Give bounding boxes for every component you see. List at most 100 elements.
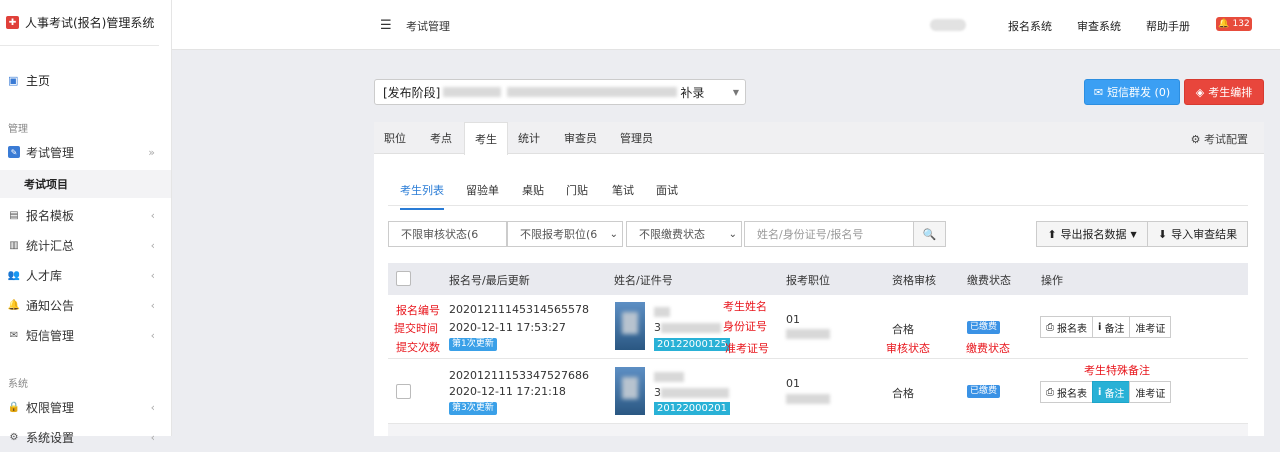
- bar-chart-icon: ▥: [9, 239, 19, 251]
- photo-redacted: [622, 312, 638, 334]
- sms-send-button[interactable]: ✉ 短信群发 (0): [1084, 79, 1180, 105]
- note-button[interactable]: i 备注: [1092, 381, 1131, 403]
- bell-icon: 🔔: [7, 299, 21, 311]
- annotation-special-note: 考生特殊备注: [1084, 364, 1150, 377]
- tab-desk-label[interactable]: 桌贴: [522, 182, 544, 198]
- review-status-select[interactable]: 不限审核状态(6: [388, 221, 507, 247]
- tab-door-label[interactable]: 门贴: [566, 182, 588, 198]
- users-icon: 👥: [7, 269, 21, 281]
- reg-form-button[interactable]: ⎙ 报名表: [1040, 381, 1093, 403]
- sidebar-item-permission[interactable]: 🔒 权限管理 ‹: [0, 392, 171, 422]
- admit-card-button[interactable]: 准考证: [1129, 381, 1172, 403]
- sidebar-item-exam-manage[interactable]: ✎ 考试管理 »: [0, 137, 171, 167]
- position-select[interactable]: 不限报考职位(6 ⌄: [507, 221, 623, 247]
- table-row[interactable]: 20201211145314565578 2020-12-11 17:53:27…: [388, 295, 1248, 359]
- reg-form-button[interactable]: ⎙ 报名表: [1040, 316, 1093, 338]
- tab-reviewers[interactable]: 审查员: [564, 122, 597, 154]
- admit-card-button[interactable]: 准考证: [1129, 316, 1172, 338]
- tab-written[interactable]: 笔试: [612, 182, 634, 198]
- payment-value: 不限缴费状态: [639, 228, 705, 241]
- cube-icon: ◈: [1195, 85, 1205, 99]
- tab-position[interactable]: 职位: [384, 122, 406, 154]
- name-redacted: [654, 307, 670, 317]
- home-icon: ▣: [8, 74, 19, 87]
- sidebar-item-label: 权限管理: [26, 400, 75, 415]
- notification-count: 132: [1232, 19, 1250, 29]
- upload-icon: ⬆: [1047, 227, 1057, 241]
- sidebar-item-label: 系统设置: [26, 430, 75, 445]
- exam-config-link[interactable]: ⚙ 考试配置: [1191, 131, 1248, 147]
- menu-toggle-icon[interactable]: ☰: [380, 18, 392, 33]
- chevron-left-icon: ‹: [150, 430, 155, 444]
- name-redacted: [654, 372, 684, 382]
- sidebar-item-template[interactable]: ▤ 报名模板 ‹: [0, 200, 171, 230]
- payment-select[interactable]: 不限缴费状态 ⌄: [626, 221, 742, 247]
- tab-candidate-list[interactable]: 考生列表: [400, 182, 444, 210]
- note-label: 备注: [1104, 388, 1125, 400]
- position-value: 不限报考职位(6: [520, 228, 598, 241]
- top-link-review[interactable]: 审查系统: [1077, 18, 1121, 34]
- ticket-number: 20122000125: [654, 338, 730, 351]
- sidebar-item-stats[interactable]: ▥ 统计汇总 ‹: [0, 230, 171, 260]
- import-button[interactable]: ⬇ 导入审查结果: [1147, 221, 1248, 247]
- chevron-left-icon: ‹: [150, 268, 155, 282]
- top-link-help[interactable]: 帮助手册: [1146, 18, 1190, 34]
- export-button[interactable]: ⬆ 导出报名数据 ▼: [1036, 221, 1148, 247]
- chevron-left-icon: ‹: [150, 238, 155, 252]
- tab-candidates[interactable]: 考生: [464, 122, 508, 155]
- position-code: 01: [786, 377, 800, 390]
- row-actions: ⎙ 报名表 i 备注 准考证: [1040, 381, 1172, 403]
- annotation-reg-no: 报名编号: [396, 304, 440, 317]
- tab-checklist[interactable]: 留验单: [466, 182, 499, 198]
- sidebar-item-settings[interactable]: ⚙ 系统设置 ‹: [0, 422, 171, 452]
- reg-form-label: 报名表: [1057, 388, 1087, 400]
- header-review: 资格审核: [892, 274, 936, 287]
- reg-form-label: 报名表: [1057, 323, 1087, 335]
- logo-icon: ✚: [6, 16, 19, 29]
- candidate-photo: [615, 302, 645, 350]
- update-count-tag: 第3次更新: [449, 402, 497, 415]
- search-button[interactable]: 🔍: [913, 221, 946, 247]
- note-label: 备注: [1104, 323, 1125, 335]
- tab-stats[interactable]: 统计: [518, 122, 540, 154]
- search-input[interactable]: 姓名/身份证号/报名号: [744, 221, 914, 247]
- exam-config-label: 考试配置: [1204, 133, 1248, 146]
- id-redacted: [661, 388, 729, 398]
- sidebar-item-notice[interactable]: 🔔 通知公告 ‹: [0, 290, 171, 320]
- updated-time: 2020-12-11 17:53:27: [449, 321, 566, 334]
- nav-home[interactable]: ▣ 主页: [8, 72, 50, 89]
- sidebar-item-talent[interactable]: 👥 人才库 ‹: [0, 260, 171, 290]
- lock-icon: 🔒: [7, 401, 21, 413]
- id-number: 3: [654, 321, 661, 334]
- bell-icon: 🔔: [1218, 19, 1230, 29]
- note-button[interactable]: i 备注: [1092, 316, 1131, 338]
- sidebar: ✚ 人事考试(报名)管理系统 ▣ 主页 管理 ✎ 考试管理 » 考试项目 ▤ 报…: [0, 0, 172, 445]
- chevron-left-icon: ‹: [150, 328, 155, 342]
- tab-venue[interactable]: 考点: [430, 122, 452, 154]
- stage-select[interactable]: [发布阶段] 补录 ▼: [374, 79, 746, 105]
- header-actions: 操作: [1041, 274, 1063, 287]
- notification-badge[interactable]: 🔔 132: [1216, 17, 1252, 31]
- chevron-down-icon: ⌄: [728, 228, 737, 240]
- annotation-id-no: 身份证号: [723, 320, 767, 333]
- search-placeholder: 姓名/身份证号/报名号: [757, 228, 864, 241]
- review-status: 合格: [892, 387, 914, 400]
- select-all-checkbox[interactable]: [396, 271, 411, 286]
- header-name-id: 姓名/证件号: [614, 274, 673, 287]
- sidebar-item-sms[interactable]: ✉ 短信管理 ‹: [0, 320, 171, 350]
- gear-icon: ⚙: [1190, 133, 1201, 146]
- envelope-icon: ✉: [9, 329, 19, 341]
- row-checkbox[interactable]: [396, 384, 411, 399]
- annotation-submit-count: 提交次数: [396, 341, 440, 354]
- tab-admins[interactable]: 管理员: [620, 122, 653, 154]
- top-link-registration[interactable]: 报名系统: [1008, 18, 1052, 34]
- tab-interview[interactable]: 面试: [656, 182, 678, 198]
- arrange-button[interactable]: ◈ 考生编排: [1184, 79, 1264, 105]
- chevron-down-icon: ⌄: [609, 228, 618, 240]
- user-name-redacted: [930, 19, 966, 31]
- redacted-text: [507, 87, 678, 97]
- annotation-payment: 缴费状态: [966, 342, 1010, 355]
- header-payment: 缴费状态: [967, 274, 1011, 287]
- id-redacted: [661, 323, 721, 333]
- sidebar-subitem-exam-project[interactable]: 考试项目: [0, 170, 171, 198]
